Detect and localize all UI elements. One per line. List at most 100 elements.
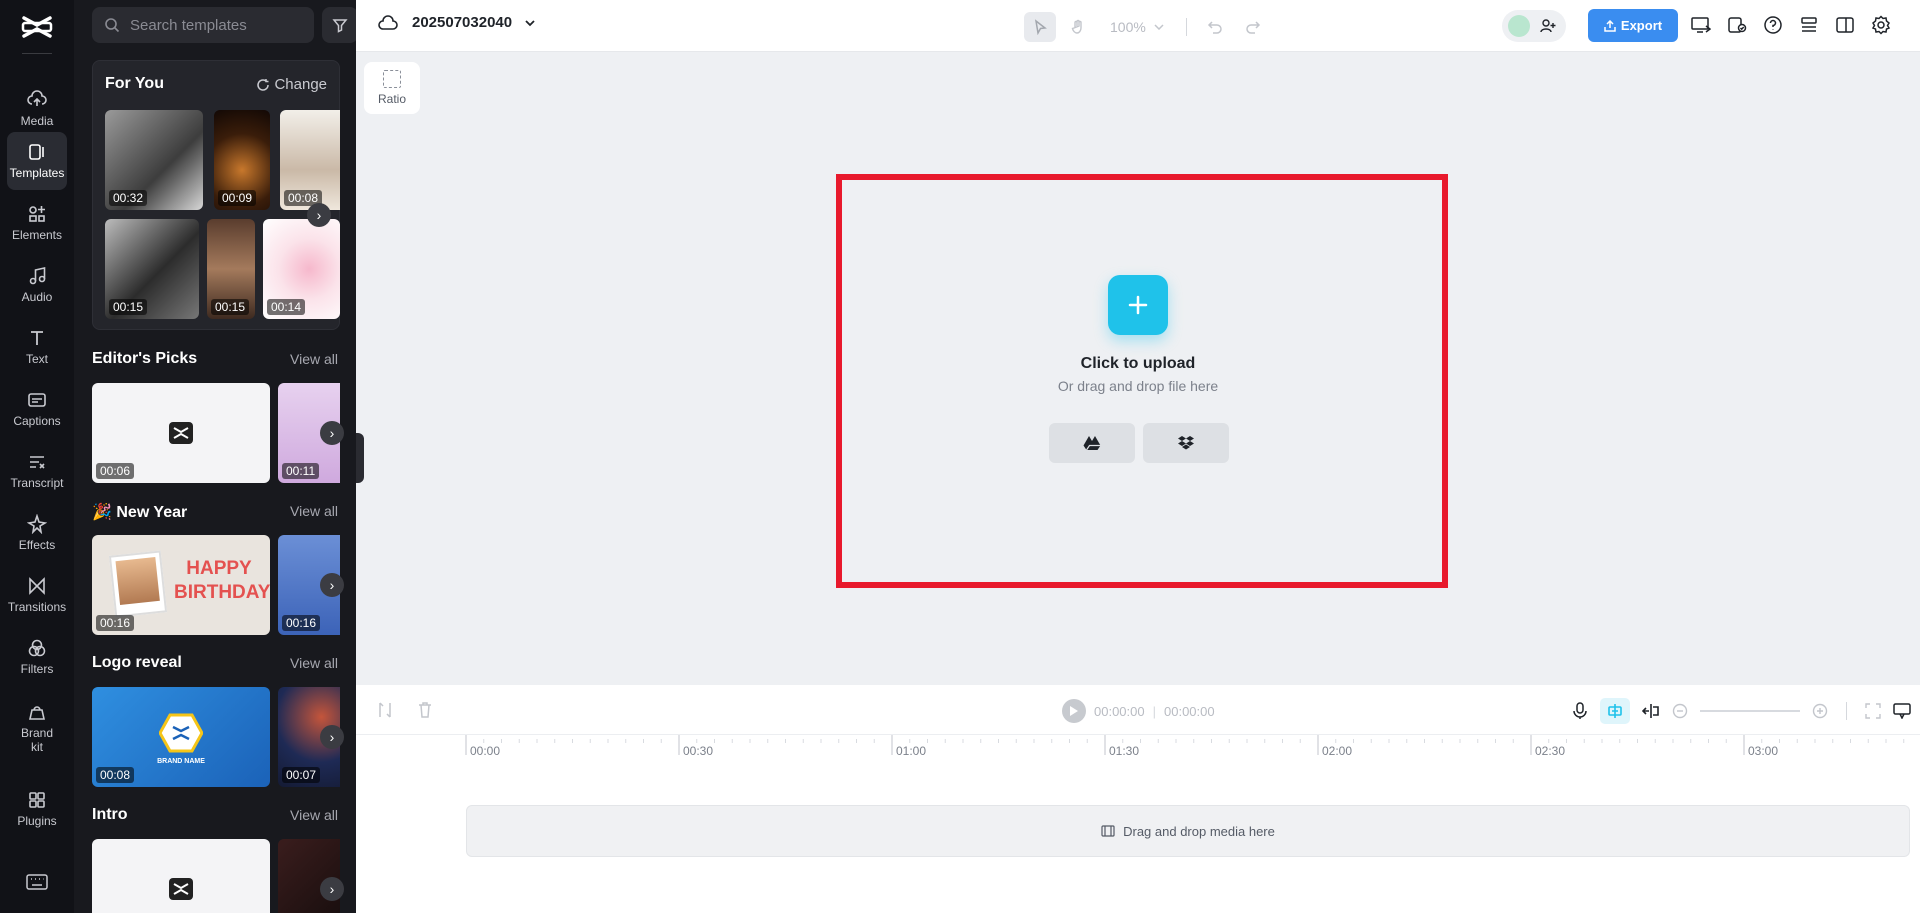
template-thumbnail[interactable]: BRAND NAME 00:08 (92, 687, 270, 787)
settings-gear-icon[interactable] (1870, 14, 1892, 36)
toolbar-divider (1846, 702, 1847, 720)
section-title: 🎉 New Year (92, 502, 187, 522)
timeline-toolbar: 00:00:00 | 00:00:00 (356, 685, 1920, 735)
template-thumbnail[interactable]: 00:09 (214, 110, 270, 210)
template-thumbnail[interactable]: 00:14 (263, 219, 340, 319)
scroll-right-button[interactable]: › (320, 573, 344, 597)
templates-icon (29, 144, 44, 160)
music-note-icon (29, 267, 46, 285)
collaborators[interactable] (1502, 10, 1566, 42)
ruler-tick-label: 01:00 (896, 744, 927, 758)
cloud-upload-icon (27, 90, 47, 106)
rail-item-captions[interactable]: Captions (7, 380, 67, 438)
template-thumbnail[interactable] (92, 839, 270, 913)
change-label: Change (274, 76, 327, 93)
view-all-link[interactable]: View all (290, 351, 338, 367)
template-thumbnail[interactable]: 00:08 (280, 110, 340, 210)
capcut-logo-icon[interactable] (20, 12, 54, 42)
dropbox-button[interactable] (1143, 423, 1229, 463)
rail-item-label: Brand kit (20, 726, 54, 754)
microphone-icon[interactable] (1572, 702, 1588, 720)
linkage-icon[interactable] (1642, 703, 1660, 719)
timeline-right-tools (1572, 698, 1911, 724)
upload-title[interactable]: Click to upload (1000, 355, 1276, 373)
party-popper-icon: 🎉 (92, 504, 117, 521)
chevron-down-icon (525, 19, 535, 26)
view-all-link[interactable]: View all (290, 807, 338, 823)
undo-button[interactable] (1199, 12, 1231, 42)
capcut-logo-icon (169, 878, 193, 900)
rail-item-transcript[interactable]: Transcript (7, 442, 67, 500)
filter-button[interactable] (322, 7, 356, 43)
play-button[interactable] (1062, 699, 1086, 723)
keyboard-shortcuts-icon[interactable] (26, 874, 48, 890)
template-thumbnail[interactable]: 00:06 (92, 383, 270, 483)
brand-name-text: BRAND NAME (157, 758, 205, 765)
avatar[interactable] (1508, 15, 1530, 37)
select-tool-button[interactable] (1024, 12, 1056, 42)
upload-button[interactable] (1108, 275, 1168, 335)
scroll-right-button[interactable]: › (307, 203, 331, 227)
template-thumbnail[interactable]: 00:15 (105, 219, 199, 319)
rail-item-filters[interactable]: Filters (7, 628, 67, 686)
change-button[interactable]: Change (256, 76, 327, 93)
project-name-dropdown[interactable]: 202507032040 (378, 14, 550, 31)
duration-badge: 00:16 (96, 615, 135, 631)
fit-screen-icon[interactable] (1865, 703, 1881, 719)
plus-icon (1128, 295, 1148, 315)
help-icon[interactable] (1762, 14, 1784, 36)
section-title-text: New Year (116, 504, 188, 521)
rail-item-plugins[interactable]: Plugins (7, 780, 67, 838)
zoom-out-icon[interactable] (1672, 703, 1688, 719)
toolbar-divider (1185, 18, 1187, 36)
rail-item-effects[interactable]: Effects (7, 504, 67, 562)
magnet-toggle[interactable] (1600, 698, 1630, 724)
view-all-link[interactable]: View all (290, 503, 338, 519)
zoom-in-icon[interactable] (1812, 703, 1828, 719)
rail-item-media[interactable]: Media (7, 80, 67, 138)
add-user-icon[interactable] (1540, 18, 1556, 34)
present-icon[interactable] (1690, 14, 1712, 36)
delete-trash-icon[interactable] (418, 702, 432, 718)
pointer-icon (1034, 19, 1047, 35)
view-all-link[interactable]: View all (290, 655, 338, 671)
panel-collapse-handle[interactable] (356, 433, 364, 483)
rail-item-label: Elements (11, 228, 63, 242)
scroll-right-button[interactable]: › (320, 421, 344, 445)
rail-item-transitions[interactable]: Transitions (7, 566, 67, 624)
rail-item-label: Text (25, 352, 48, 366)
media-drop-track[interactable]: Drag and drop media here (466, 805, 1910, 857)
split-icon[interactable] (378, 702, 392, 718)
layers-icon[interactable] (1798, 14, 1820, 36)
shield-check-icon[interactable] (1726, 14, 1748, 36)
panel-layout-icon[interactable] (1834, 14, 1856, 36)
hand-tool-button[interactable] (1062, 12, 1094, 42)
search-input[interactable]: Search templates (92, 7, 314, 43)
timeline-zoom-slider[interactable] (1700, 710, 1800, 712)
rail-item-elements[interactable]: Elements (7, 194, 67, 252)
ruler-tick-label: 02:30 (1535, 744, 1566, 758)
top-right-icons (1690, 14, 1892, 36)
google-drive-button[interactable] (1049, 423, 1135, 463)
chevron-right-icon: › (329, 729, 335, 745)
template-thumbnail[interactable]: HAPPY BIRTHDAY 00:16 (92, 535, 270, 635)
drop-hint: Drag and drop media here (1123, 823, 1275, 839)
zoom-dropdown[interactable]: 100% (1100, 19, 1174, 35)
export-button[interactable]: Export (1588, 9, 1678, 42)
redo-button[interactable] (1237, 12, 1269, 42)
template-thumbnail[interactable] (278, 839, 340, 913)
scroll-right-button[interactable]: › (320, 725, 344, 749)
rail-item-templates[interactable]: Templates (7, 132, 67, 190)
comment-icon[interactable] (1893, 703, 1911, 719)
ratio-button[interactable]: Ratio (364, 62, 420, 114)
rail-item-audio[interactable]: Audio (7, 256, 67, 314)
chevron-right-icon: › (316, 207, 322, 223)
template-thumbnail[interactable]: 00:15 (207, 219, 255, 319)
transcript-icon (30, 456, 45, 469)
google-drive-icon (1083, 436, 1101, 451)
rail-item-text[interactable]: Text (7, 318, 67, 376)
template-thumbnail[interactable]: 00:32 (105, 110, 203, 210)
scroll-right-button[interactable]: › (320, 877, 344, 901)
rail-item-brand-kit[interactable]: Brand kit (7, 696, 67, 760)
project-name: 202507032040 (412, 14, 513, 31)
